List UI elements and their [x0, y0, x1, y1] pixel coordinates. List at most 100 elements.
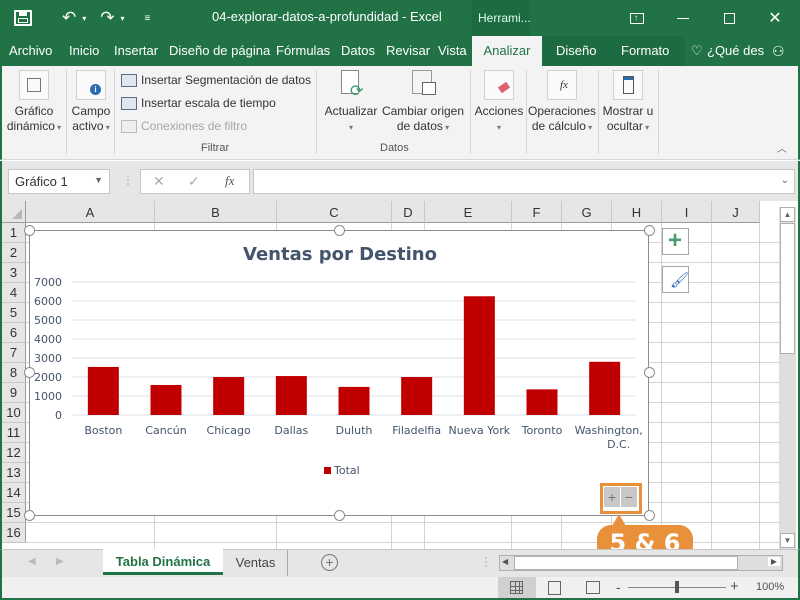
collapse-ribbon-icon[interactable]: ︿: [777, 140, 787, 155]
pivot-chart[interactable]: Ventas por Destino 0 1000 2000 3000 4000 5000 6…: [29, 230, 649, 516]
column-header-b[interactable]: B: [155, 201, 277, 223]
resize-handle-bl[interactable]: [24, 510, 35, 521]
select-all-corner[interactable]: [2, 201, 26, 223]
chart-elements-button[interactable]: +: [662, 227, 689, 255]
actualizar-button[interactable]: ⟳ Actualizar ▾: [322, 70, 380, 135]
row-header-5[interactable]: 5: [2, 303, 26, 323]
prev-sheet-icon[interactable]: ◀: [28, 556, 36, 567]
undo-dropdown-icon[interactable]: ▾: [82, 14, 86, 23]
row-header-9[interactable]: 9: [2, 383, 26, 403]
zoom-out-button[interactable]: -: [616, 579, 621, 595]
tab-revisar[interactable]: Revisar: [386, 43, 430, 58]
page-layout-view-icon[interactable]: [548, 581, 561, 595]
row-header-2[interactable]: 2: [2, 243, 26, 263]
acciones-button[interactable]: Acciones ▾: [472, 70, 526, 135]
scroll-thumb[interactable]: [780, 223, 795, 354]
row-header-11[interactable]: 11: [2, 423, 26, 443]
row-header-10[interactable]: 10: [2, 403, 26, 423]
tab-inicio[interactable]: Inicio: [69, 43, 99, 58]
column-header-d[interactable]: D: [392, 201, 425, 223]
zoom-in-button[interactable]: +: [730, 578, 739, 595]
insert-function-icon[interactable]: fx: [225, 173, 234, 189]
minimize-icon[interactable]: [660, 0, 706, 36]
customize-qat-icon[interactable]: ≡: [145, 13, 151, 24]
column-header-h[interactable]: H: [612, 201, 662, 223]
column-header-j[interactable]: J: [712, 201, 760, 223]
row-header-16[interactable]: 16: [2, 523, 26, 543]
scroll-right-icon[interactable]: ▶: [768, 557, 780, 566]
enter-icon[interactable]: ✓: [188, 173, 200, 190]
redo-dropdown-icon[interactable]: ▾: [121, 14, 125, 23]
add-sheet-icon[interactable]: +: [321, 554, 338, 571]
share-user-icon[interactable]: ⚇: [772, 43, 785, 60]
tab-diseno-pagina[interactable]: Diseño de página: [169, 43, 270, 58]
horizontal-scrollbar[interactable]: ◀ ▶: [499, 555, 783, 571]
resize-handle-bc[interactable]: [334, 510, 345, 521]
resize-handle-tr[interactable]: [644, 225, 655, 236]
redo-icon[interactable]: ↷: [100, 8, 114, 28]
column-header-f[interactable]: F: [512, 201, 562, 223]
tab-insertar[interactable]: Insertar: [114, 43, 158, 58]
tab-formulas[interactable]: Fórmulas: [276, 43, 330, 58]
row-header-13[interactable]: 13: [2, 463, 26, 483]
vertical-scrollbar[interactable]: ▲ ▼: [779, 207, 796, 549]
resize-handle-br[interactable]: [644, 510, 655, 521]
campo-activo-button[interactable]: i Campo activo ▾: [69, 70, 113, 135]
row-header-4[interactable]: 4: [2, 283, 26, 303]
operaciones-calculo-button[interactable]: fx Operaciones de cálculo ▾: [528, 70, 596, 135]
row-header-15[interactable]: 15: [2, 503, 26, 523]
hscroll-thumb[interactable]: [514, 556, 738, 570]
sheet-tab-tabla-dinamica[interactable]: Tabla Dinámica: [103, 549, 223, 575]
row-header-3[interactable]: 3: [2, 263, 26, 283]
zoom-level[interactable]: 100%: [756, 581, 784, 593]
scroll-left-icon[interactable]: ◀: [502, 557, 508, 566]
column-header-a[interactable]: A: [26, 201, 155, 223]
row-header-14[interactable]: 14: [2, 483, 26, 503]
tab-analizar[interactable]: Analizar: [472, 36, 542, 66]
undo-icon[interactable]: ↶: [62, 8, 76, 28]
sheet-tab-ventas[interactable]: Ventas: [224, 550, 288, 576]
resize-handle-tc[interactable]: [334, 225, 345, 236]
row-header-6[interactable]: 6: [2, 323, 26, 343]
grafico-dinamico-button[interactable]: Gráfico dinámico ▾: [4, 70, 64, 135]
next-sheet-icon[interactable]: ▶: [56, 556, 64, 567]
tab-vista[interactable]: Vista: [438, 43, 467, 58]
column-header-i[interactable]: I: [662, 201, 712, 223]
resize-handle-mr[interactable]: [644, 367, 655, 378]
tab-archivo[interactable]: Archivo: [9, 43, 52, 58]
cancel-icon[interactable]: ✕: [153, 173, 165, 190]
scroll-up-icon[interactable]: ▲: [780, 207, 795, 222]
zoom-slider-thumb[interactable]: [675, 581, 679, 593]
row-header-8[interactable]: 8: [2, 363, 26, 383]
cambiar-origen-button[interactable]: Cambiar origen de datos ▾: [380, 70, 466, 135]
splitter-handle-icon[interactable]: ⋮: [480, 555, 492, 569]
save-icon[interactable]: [14, 10, 32, 26]
expand-formula-icon[interactable]: ⌄: [781, 175, 789, 186]
tab-datos[interactable]: Datos: [341, 43, 375, 58]
insertar-escala-tiempo-button[interactable]: Insertar escala de tiempo: [121, 96, 276, 110]
chart-styles-button[interactable]: 🖌: [662, 266, 689, 293]
maximize-icon[interactable]: [706, 0, 752, 36]
close-icon[interactable]: ✕: [752, 0, 798, 36]
collapse-field-button[interactable]: −: [621, 487, 637, 507]
insertar-segmentacion-button[interactable]: Insertar Segmentación de datos: [121, 73, 311, 87]
column-header-g[interactable]: G: [562, 201, 612, 223]
mostrar-ocultar-button[interactable]: Mostrar u ocultar ▾: [600, 70, 656, 135]
tell-me-input[interactable]: ¿Qué des: [707, 43, 764, 58]
scroll-down-icon[interactable]: ▼: [780, 533, 795, 548]
name-box[interactable]: Gráfico 1 ▼: [8, 169, 110, 194]
tab-diseno[interactable]: Diseño: [556, 43, 596, 58]
formula-input[interactable]: ⌄: [253, 169, 795, 194]
resize-handle-tl[interactable]: [24, 225, 35, 236]
ribbon-display-icon[interactable]: ↑: [614, 0, 660, 36]
column-header-e[interactable]: E: [425, 201, 512, 223]
row-header-7[interactable]: 7: [2, 343, 26, 363]
resize-handle-ml[interactable]: [24, 367, 35, 378]
drag-handle-icon[interactable]: ⋮: [122, 173, 134, 187]
row-header-1[interactable]: 1: [2, 223, 26, 243]
tab-formato[interactable]: Formato: [621, 43, 669, 58]
expand-field-button[interactable]: +: [604, 487, 620, 507]
normal-view-button[interactable]: [498, 577, 536, 598]
row-header-12[interactable]: 12: [2, 443, 26, 463]
column-header-c[interactable]: C: [277, 201, 392, 223]
